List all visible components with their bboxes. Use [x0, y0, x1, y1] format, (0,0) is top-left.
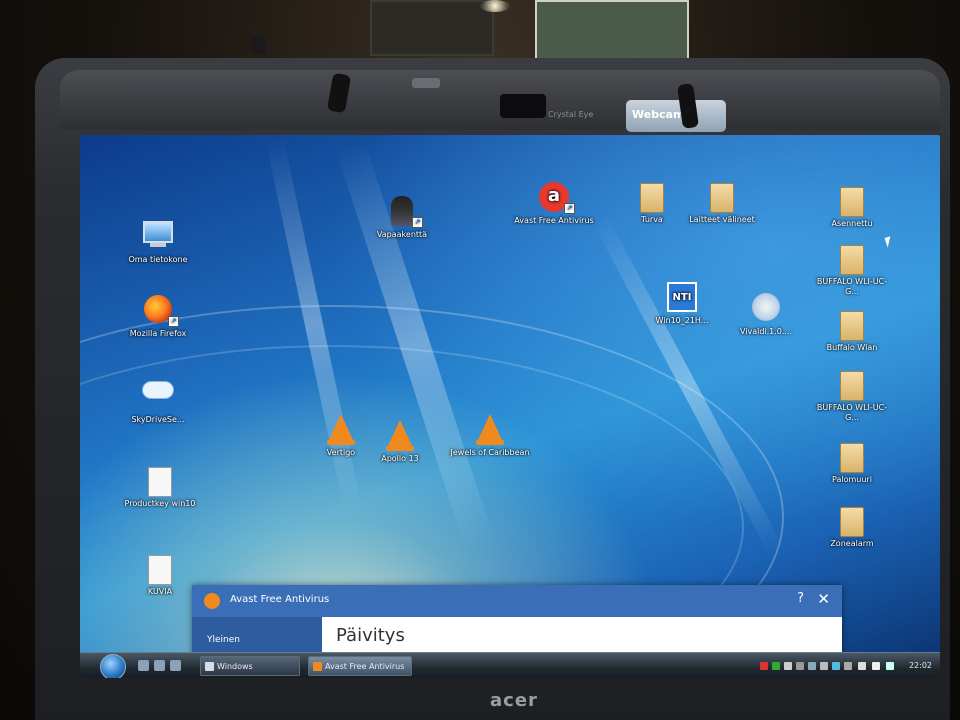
avast-icon: a ↗	[538, 182, 575, 214]
desktop-icon-laitteet[interactable]: Laitteet välineet	[680, 181, 764, 225]
taskbar-button-avast[interactable]: Avast Free Antivirus	[308, 656, 412, 676]
desktop-icon-buffalo-wlan[interactable]: Buffalo Wlan	[810, 309, 894, 353]
firefox-icon: ↗	[142, 295, 179, 327]
computer-icon	[142, 221, 174, 253]
avast-titlebar[interactable]: Avast Free Antivirus ? ✕	[192, 585, 842, 617]
room-light-reflection	[480, 0, 510, 12]
desktop-icon-label: Win10_21H...	[655, 316, 709, 325]
desktop-icon-label: BUFFALO WLI-UC-G...	[816, 277, 888, 296]
help-button[interactable]: ?	[797, 591, 804, 606]
vlc-icon	[384, 420, 416, 452]
vlc-icon	[325, 414, 357, 446]
avast-window-title: Avast Free Antivirus	[230, 594, 330, 605]
folder-icon	[836, 441, 868, 473]
desktop-icon-oma-tietokone[interactable]: Oma tietokone	[116, 217, 200, 265]
desktop-icon-label: Oma tietokone	[128, 255, 188, 264]
folder-icon	[836, 505, 868, 537]
task-manager-icon	[205, 662, 214, 671]
background-photo-frame	[370, 0, 494, 56]
desktop-icon-label: Asennettu	[831, 219, 873, 228]
desktop-icon-label: Buffalo Wlan	[826, 343, 878, 352]
camera-label: Crystal Eye	[548, 110, 594, 119]
desktop-icon-label: Apollo 13	[381, 454, 419, 463]
nti-icon: NTI	[666, 282, 698, 314]
pirate-icon: ↗	[386, 196, 423, 228]
close-button[interactable]: ✕	[817, 590, 830, 608]
desktop-icon-label: Palomuuri	[832, 475, 872, 484]
desktop-icon-label: Laitteet välineet	[689, 215, 755, 224]
desktop-icon-palomuuri[interactable]: Palomuuri	[810, 441, 894, 485]
desktop-icon-label: Zonealarm	[830, 539, 874, 548]
quicklaunch-media-icon[interactable]	[170, 660, 181, 671]
quicklaunch-ie-icon[interactable]	[138, 660, 149, 671]
taskbar-button-label: Windows Tehtävien...	[217, 662, 253, 671]
sidebar-item-yleinen[interactable]: Yleinen	[207, 635, 240, 645]
desktop-icon-asennettu[interactable]: Asennettu	[810, 185, 894, 229]
desktop-screen: Oma tietokone ↗ Mozilla Firefox SkyDriveSe.…	[80, 135, 940, 678]
quicklaunch-desktop-icon[interactable]	[154, 660, 165, 671]
desktop-icon-apollo13[interactable]: Apollo 13	[358, 417, 442, 464]
desktop-icon-label: Avast Free Antivirus	[514, 216, 594, 225]
desktop-icon-label: Vapaakenttä	[376, 230, 428, 239]
taskbar-button-label: Avast Free Antivirus	[325, 662, 405, 671]
doc-icon	[144, 465, 176, 497]
desktop-icon-buffalo-wli-1[interactable]: BUFFALO WLI-UC-G...	[810, 243, 894, 297]
tray-app-icon[interactable]	[796, 662, 804, 670]
desktop-icon-label: KUVIA	[147, 587, 173, 596]
folder-icon	[836, 185, 868, 217]
microphone	[412, 78, 440, 88]
tray-app-icon[interactable]	[820, 662, 828, 670]
folder-icon	[836, 309, 868, 341]
vivaldi-icon	[750, 293, 782, 325]
tray-app-icon[interactable]	[858, 662, 866, 670]
desktop-icon-buffalo-wli-2[interactable]: BUFFALO WLI-UC-G...	[810, 369, 894, 423]
tray-avast-icon[interactable]	[760, 662, 768, 670]
desktop-icon-label: Vivaldi.1.0....	[739, 327, 793, 336]
desktop-icon-productkey[interactable]: Productkey win10	[118, 465, 202, 509]
desktop-icon-label: Mozilla Firefox	[129, 329, 187, 338]
desktop-icon-mozilla-firefox[interactable]: ↗ Mozilla Firefox	[116, 293, 200, 339]
desktop-icon-skydrive[interactable]: SkyDriveSe...	[116, 371, 200, 425]
folder-icon	[706, 181, 738, 213]
tray-security-icon[interactable]	[772, 662, 780, 670]
background-picture	[535, 0, 689, 60]
desktop-icon-kuvia[interactable]: KUVIA	[118, 553, 202, 597]
desktop-icon-zonealarm[interactable]: Zonealarm	[810, 505, 894, 549]
acer-logo: acer	[490, 690, 538, 711]
vlc-icon	[474, 414, 506, 446]
folder-icon	[636, 181, 668, 213]
taskbar-button-task-manager[interactable]: Windows Tehtävien...	[200, 656, 300, 676]
desktop-icon-label: Jewels of Caribbean	[450, 448, 530, 457]
tray-app-icon[interactable]	[784, 662, 792, 670]
cable-clip	[252, 36, 266, 54]
avast-taskbar-icon	[313, 662, 322, 671]
desktop-icon-label: BUFFALO WLI-UC-G...	[816, 403, 888, 422]
tray-network-icon[interactable]	[808, 662, 816, 670]
desktop-icon-win10[interactable]: NTI Win10_21H...	[640, 281, 724, 326]
desktop-icon-vapaakentta[interactable]: ↗ Vapaakenttä	[360, 195, 444, 240]
clock[interactable]: 22:02	[909, 661, 932, 670]
doc-icon	[144, 553, 176, 585]
tray-app-icon[interactable]	[886, 662, 894, 670]
webcam-sticker: Webcam	[626, 100, 726, 132]
desktop-icon-label: Productkey win10	[124, 499, 196, 508]
section-heading: Päivitys	[336, 625, 405, 646]
desktop-icon-vivaldi[interactable]: Vivaldi.1.0....	[724, 291, 808, 337]
folder-icon	[836, 369, 868, 401]
start-button[interactable]	[100, 654, 126, 678]
tray-app-icon[interactable]	[832, 662, 840, 670]
avast-window[interactable]: Avast Free Antivirus ? ✕ Yleinen Päivity…	[192, 585, 842, 660]
cloud-icon	[142, 381, 174, 413]
desktop-icon-jewels[interactable]: Jewels of Caribbean	[448, 411, 532, 458]
volume-icon[interactable]	[872, 662, 880, 670]
desktop-icon-label: SkyDriveSe...	[131, 415, 185, 424]
webcam-lens	[500, 94, 546, 118]
folder-icon	[836, 243, 868, 275]
desktop-icon-avast[interactable]: a ↗ Avast Free Antivirus	[512, 181, 596, 226]
avast-logo-icon	[204, 593, 220, 609]
taskbar: Windows Tehtävien... Avast Free Antiviru…	[80, 652, 940, 678]
tray-app-icon[interactable]	[844, 662, 852, 670]
